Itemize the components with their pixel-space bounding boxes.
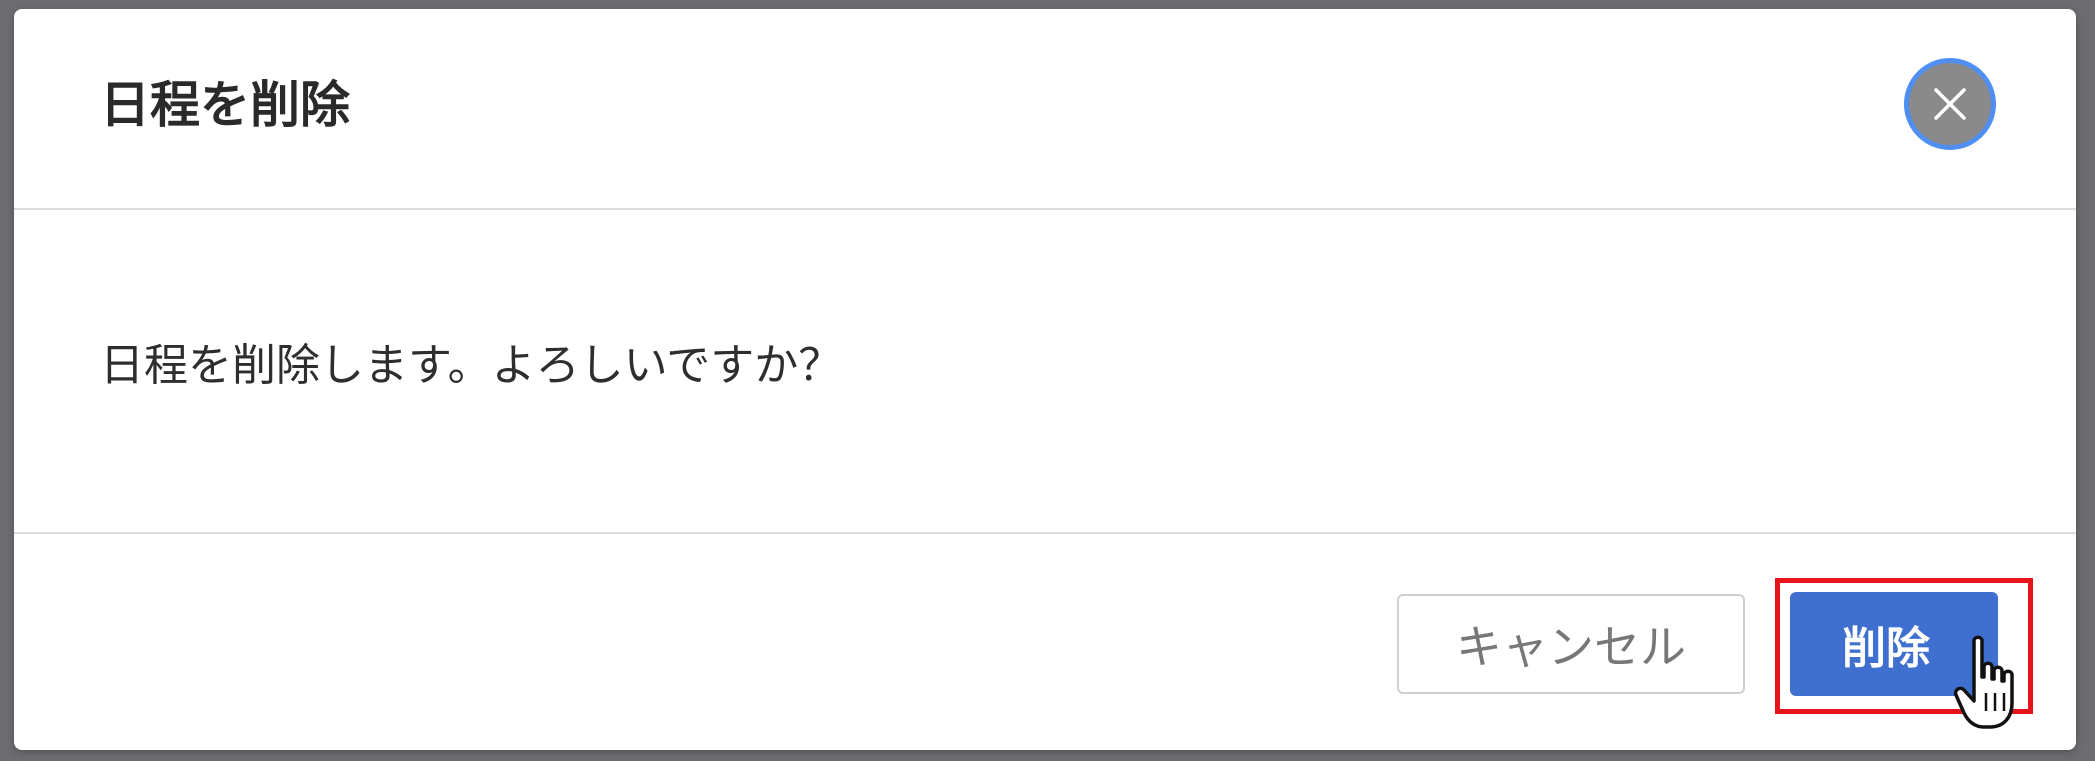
- hand-pointer-icon: [1953, 635, 2014, 729]
- dialog-footer: キャンセル 削除: [14, 534, 2076, 750]
- cancel-button[interactable]: キャンセル: [1397, 594, 1745, 694]
- dialog-body: 日程を削除します。よろしいですか？: [14, 210, 2076, 534]
- dialog-title: 日程を削除: [100, 76, 350, 134]
- close-icon: [1934, 88, 1966, 120]
- dialog-header: 日程を削除: [14, 9, 2076, 210]
- close-button[interactable]: [1904, 58, 1996, 150]
- delete-schedule-dialog: 日程を削除 日程を削除します。よろしいですか？ キャンセル 削除: [14, 9, 2076, 750]
- confirmation-message: 日程を削除します。よろしいですか？: [100, 340, 843, 391]
